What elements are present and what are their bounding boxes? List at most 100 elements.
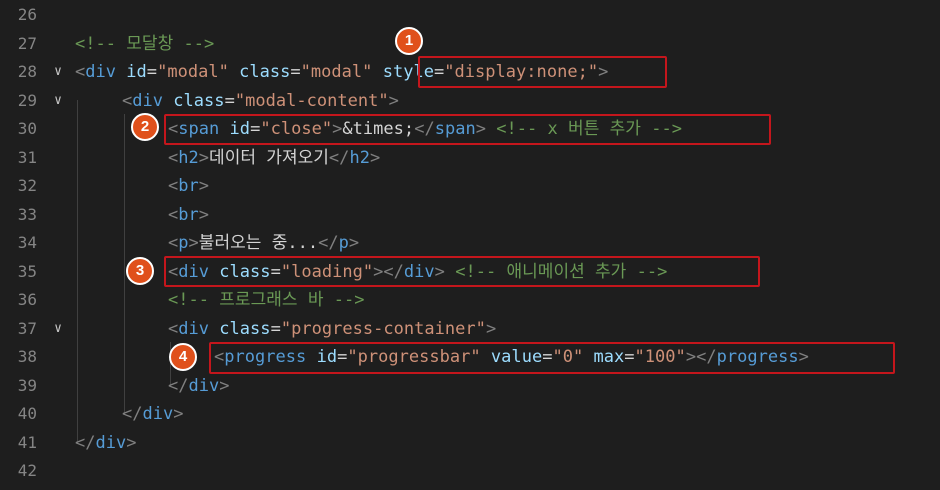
line-number: 39 <box>17 375 37 395</box>
tag-bracket: < <box>168 176 179 196</box>
text-content: 데이터 가져오기 <box>209 147 329 168</box>
tag-bracket: < <box>168 204 179 225</box>
line-number: 27 <box>17 33 37 53</box>
callout-badge-4: 4 <box>169 343 197 371</box>
line-number: 29 <box>17 90 37 110</box>
code-line-33[interactable]: 33 <br> <box>0 201 940 230</box>
tag-bracket: > <box>348 233 360 253</box>
tag-bracket: > <box>173 404 184 424</box>
tag-bracket: > <box>198 176 210 196</box>
tag-bracket: > <box>198 204 210 225</box>
attr-name: class <box>163 90 225 111</box>
tag-name: p <box>178 233 189 253</box>
tag-bracket: > <box>388 90 399 111</box>
tag-bracket: </ <box>122 404 143 424</box>
tag-bracket: </ <box>168 375 189 396</box>
line-number: 33 <box>17 204 37 224</box>
code-text: <!-- 모달창 --> <box>75 30 214 59</box>
tag-bracket: < <box>75 62 86 82</box>
code-text: <br> <box>168 172 209 201</box>
line-number: 31 <box>17 147 37 167</box>
line-number: 28 <box>17 62 37 81</box>
line-number: 38 <box>17 347 37 366</box>
code-line-29[interactable]: 29 ∨ <div class="modal-content"> <box>0 87 940 116</box>
attr-name: class <box>209 318 271 339</box>
attr-value: "modal-content" <box>234 90 389 111</box>
code-text: <!-- 프로그래스 바 --> <box>168 286 365 315</box>
equals: = <box>290 62 301 82</box>
code-line-26[interactable]: 26 <box>0 1 940 30</box>
line-number: 35 <box>17 261 37 281</box>
attr-value: "modal" <box>157 62 229 82</box>
code-text: <p>불러오는 중...</p> <box>168 229 359 258</box>
tag-name: h2 <box>349 147 370 168</box>
code-line-41[interactable]: 41 </div> <box>0 429 940 458</box>
comment: <!-- 모달창 --> <box>75 33 215 54</box>
code-line-27[interactable]: 27 <!-- 모달창 --> <box>0 30 940 59</box>
tag-bracket: > <box>188 233 199 253</box>
line-number: 41 <box>17 432 37 452</box>
tag-bracket: </ <box>318 233 339 253</box>
highlight-box-close-span <box>164 114 771 145</box>
attr-value: "progress-container" <box>280 318 486 339</box>
code-editor[interactable]: 26 27 <!-- 모달창 --> 28 ∨ <div id="modal" … <box>0 0 940 490</box>
attr-name: id <box>116 62 147 82</box>
tag-bracket: < <box>168 147 179 168</box>
highlight-box-style-attr <box>418 56 667 88</box>
code-line-42[interactable]: 42 <box>0 457 940 486</box>
code-line-37[interactable]: 37 ∨ <div class="progress-container"> <box>0 315 940 344</box>
tag-bracket: < <box>122 90 133 111</box>
callout-badge-2: 2 <box>131 113 159 141</box>
equals: = <box>224 90 235 111</box>
line-number: 42 <box>17 461 37 480</box>
code-text: <br> <box>168 201 209 230</box>
tag-name: br <box>178 176 199 196</box>
highlight-box-progress <box>209 342 895 374</box>
tag-bracket: </ <box>75 432 96 453</box>
code-text: <div class="progress-container"> <box>168 315 496 344</box>
line-number: 34 <box>17 233 37 252</box>
tag-bracket: > <box>126 432 137 453</box>
attr-name: class <box>228 62 291 82</box>
text-content: 불러오는 중... <box>198 233 319 253</box>
tag-bracket: < <box>168 233 179 253</box>
tag-name: h2 <box>178 147 199 168</box>
fold-chevron-icon[interactable]: ∨ <box>51 315 65 344</box>
code-line-34[interactable]: 34 <p>불러오는 중...</p> <box>0 229 940 258</box>
fold-chevron-icon[interactable]: ∨ <box>51 58 65 87</box>
tag-name: div <box>178 318 210 339</box>
line-number: 26 <box>17 5 37 24</box>
line-number: 32 <box>17 176 37 195</box>
tag-bracket: </ <box>328 147 350 168</box>
code-line-31[interactable]: 31 <h2>데이터 가져오기</h2> <box>0 144 940 173</box>
code-text: </div> <box>75 429 137 458</box>
tag-name: div <box>188 375 220 396</box>
tag-bracket: > <box>369 147 381 168</box>
line-number: 36 <box>17 290 37 309</box>
code-text: <h2>데이터 가져오기</h2> <box>168 144 380 173</box>
equals: = <box>270 318 281 339</box>
code-line-39[interactable]: 39 </div> <box>0 372 940 401</box>
code-line-36[interactable]: 36 <!-- 프로그래스 바 --> <box>0 286 940 315</box>
tag-bracket: > <box>485 318 497 339</box>
tag-bracket: > <box>198 147 210 168</box>
code-text: </div> <box>122 400 184 429</box>
code-text: </div> <box>168 372 230 401</box>
tag-name: div <box>142 404 174 424</box>
callout-badge-3: 3 <box>126 257 154 285</box>
line-number: 30 <box>17 119 37 138</box>
tag-name: div <box>132 90 164 111</box>
code-text: <div class="modal-content"> <box>122 87 399 116</box>
highlight-box-loading-div <box>164 256 760 287</box>
line-number: 37 <box>17 318 37 338</box>
code-line-40[interactable]: 40 </div> <box>0 400 940 429</box>
comment: <!-- 프로그래스 바 --> <box>168 290 365 310</box>
tag-bracket: > <box>219 375 230 396</box>
tag-name: p <box>338 233 349 253</box>
fold-chevron-icon[interactable]: ∨ <box>51 87 65 116</box>
tag-name: div <box>95 432 127 453</box>
code-line-32[interactable]: 32 <br> <box>0 172 940 201</box>
line-number: 40 <box>17 404 37 423</box>
tag-name: div <box>85 62 117 82</box>
callout-badge-1: 1 <box>395 27 423 55</box>
